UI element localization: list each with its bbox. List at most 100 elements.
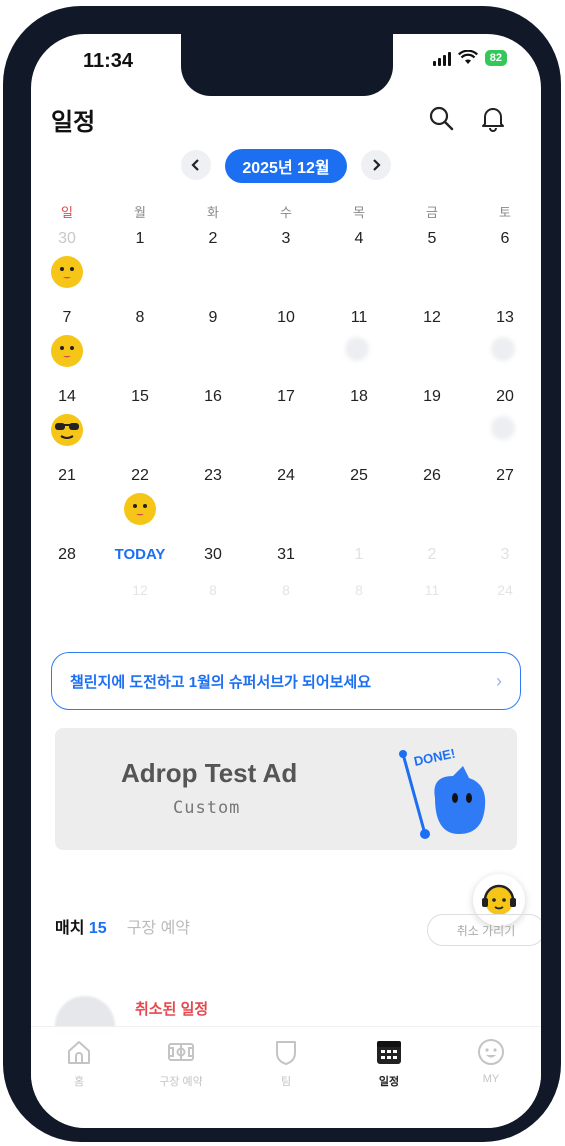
cellular-signal-icon (432, 51, 451, 66)
calendar-day[interactable]: 15 (110, 386, 170, 464)
calendar-day[interactable]: 9 (183, 307, 243, 385)
status-time: 11:34 (83, 50, 134, 72)
calendar-day[interactable]: 1 (110, 228, 170, 306)
calendar-day[interactable]: 26 (402, 465, 462, 543)
smile-emoji-icon (51, 256, 83, 288)
day-number: 20 (496, 388, 514, 405)
shield-icon (276, 1041, 296, 1065)
wifi-icon (457, 50, 478, 64)
day-number: 14 (58, 388, 76, 405)
day-number: 1 (354, 546, 364, 563)
tab-match[interactable]: 매치 15 (55, 914, 107, 938)
tab-stadium-booking[interactable]: 구장 예약 (127, 914, 190, 938)
day-number: 5 (427, 230, 437, 247)
weekday-label: 화 (207, 205, 219, 220)
calendar-day[interactable]: 19 (402, 386, 462, 464)
next-month-button[interactable] (361, 150, 391, 180)
smile-emoji-icon (51, 335, 83, 367)
calendar-day[interactable]: 21 (37, 465, 97, 543)
bell-icon[interactable] (479, 104, 507, 132)
day-number: 3 (500, 546, 510, 563)
nav-my[interactable]: MY (451, 1037, 531, 1085)
smile-face-icon (478, 1039, 504, 1065)
day-number: 30 (204, 546, 222, 563)
calendar-day[interactable]: 7 (37, 307, 97, 385)
bottom-navigation: 홈 구장 예약 팀 일정 MY (31, 1026, 541, 1128)
faded-day-number: 11 (424, 582, 440, 598)
day-number: 7 (62, 309, 72, 326)
event-placeholder-icon (491, 416, 515, 440)
nav-stadium-booking[interactable]: 구장 예약 (141, 1037, 221, 1089)
nav-schedule-label: 일정 (378, 1076, 400, 1088)
calendar-day[interactable]: 22 (110, 465, 170, 543)
calendar-day[interactable]: 14 (37, 386, 97, 464)
nav-team-label: 팀 (280, 1076, 292, 1088)
day-number: 23 (204, 467, 222, 484)
day-number: 19 (423, 388, 441, 405)
calendar-day[interactable]: 20 (475, 386, 535, 464)
calendar-day[interactable]: 25 (329, 465, 389, 543)
day-number: 8 (135, 309, 145, 326)
weekday-header: 일 월 화 수 목 금 토 (31, 202, 541, 222)
day-number: 4 (354, 230, 364, 247)
app-screen: 11:34 8 2 일정 2025년 12월 일 월 화 수 목 금 토 30 1… (31, 34, 541, 1128)
day-number: 30 (58, 230, 76, 247)
day-number: 1 (135, 230, 145, 247)
calendar-day[interactable]: 23 (183, 465, 243, 543)
day-number: 9 (208, 309, 218, 326)
nav-team[interactable]: 팀 (246, 1037, 326, 1089)
chevron-left-icon (191, 159, 199, 171)
calendar-day[interactable]: 13 (475, 307, 535, 385)
calendar-grid: 30 1 2 3 4 5 6 7 8 9 10 11 12 13 14 15 1… (31, 228, 541, 628)
nav-schedule[interactable]: 일정 (349, 1037, 429, 1089)
day-number: 26 (423, 467, 441, 484)
calendar-day[interactable]: 6 (475, 228, 535, 306)
day-number: 16 (204, 388, 222, 405)
tab-match-label: 매치 (55, 920, 85, 937)
day-number: 27 (496, 467, 514, 484)
chevron-right-icon: › (496, 670, 502, 691)
calendar-day[interactable]: 18 (329, 386, 389, 464)
ad-banner[interactable]: Adrop Test Ad Custom DONE! (55, 728, 517, 850)
calendar-day[interactable]: 17 (256, 386, 316, 464)
faded-day-number: 24 (497, 582, 513, 598)
day-number: 22 (131, 467, 149, 484)
month-selector[interactable]: 2025년 12월 (225, 149, 347, 183)
calendar-day[interactable]: 12 (402, 307, 462, 385)
ad-subtitle: Custom (173, 798, 241, 818)
challenge-banner-text: 챌린지에 도전하고 1월의 슈퍼서브가 되어보세요 (70, 673, 372, 691)
calendar-day[interactable]: 5 (402, 228, 462, 306)
day-number: 24 (277, 467, 295, 484)
day-number: 3 (281, 230, 291, 247)
weekday-label: 목 (353, 205, 365, 220)
phone-frame: 11:34 8 2 일정 2025년 12월 일 월 화 수 목 금 토 30 1… (3, 6, 561, 1142)
calendar-day[interactable]: 2 (183, 228, 243, 306)
cancelled-label: 취소된 일정 (135, 1001, 209, 1018)
search-icon[interactable] (427, 104, 455, 132)
hide-cancelled-toggle[interactable]: 취소 가리기 (427, 914, 541, 946)
calendar-day[interactable]: 27 (475, 465, 535, 543)
faded-day-number: 8 (282, 582, 290, 598)
faded-day-number: 12 (132, 582, 148, 598)
calendar-day[interactable]: 4 (329, 228, 389, 306)
day-number: 2 (208, 230, 218, 247)
day-number: 15 (131, 388, 149, 405)
previous-month-button[interactable] (181, 150, 211, 180)
day-number: 2 (427, 546, 437, 563)
calendar-day[interactable]: 11 (329, 307, 389, 385)
event-placeholder-icon (491, 337, 515, 361)
calendar-day[interactable]: 30 (37, 228, 97, 306)
weekday-label: 월 (134, 205, 146, 220)
day-number: 10 (277, 309, 295, 326)
day-number: 31 (277, 546, 295, 563)
day-number: 21 (58, 467, 76, 484)
weekday-label: 수 (280, 205, 292, 220)
challenge-banner[interactable]: 챌린지에 도전하고 1월의 슈퍼서브가 되어보세요 › (51, 652, 521, 710)
calendar-day[interactable]: 3 (256, 228, 316, 306)
calendar-day[interactable]: 8 (110, 307, 170, 385)
calendar-day[interactable]: 16 (183, 386, 243, 464)
day-number: 11 (350, 309, 368, 326)
calendar-day[interactable]: 10 (256, 307, 316, 385)
nav-home[interactable]: 홈 (39, 1037, 119, 1089)
calendar-day[interactable]: 24 (256, 465, 316, 543)
